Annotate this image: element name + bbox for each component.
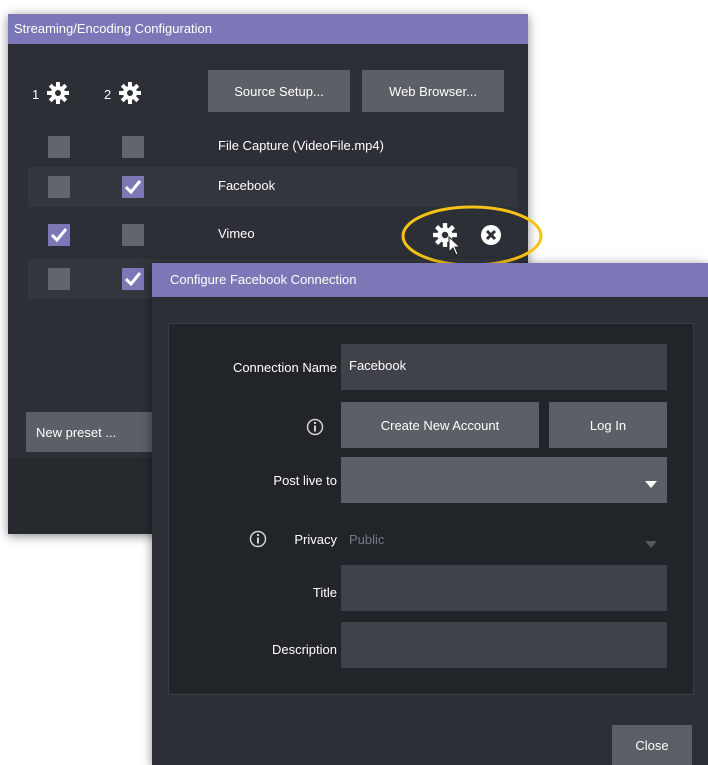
checkmark-icon: [50, 228, 68, 243]
web-browser-button[interactable]: Web Browser...: [362, 70, 504, 112]
streaming-config-title: Streaming/Encoding Configuration: [8, 14, 528, 44]
row-label: Facebook: [218, 178, 276, 193]
privacy-info-icon[interactable]: [249, 530, 267, 553]
title-field[interactable]: [341, 565, 667, 611]
list-item[interactable]: File Capture (VideoFile.mp4): [28, 127, 518, 167]
log-in-button[interactable]: Log In: [549, 402, 667, 448]
list-item[interactable]: Facebook: [28, 167, 518, 207]
info-icon[interactable]: [306, 418, 324, 441]
row2-output2-checkbox[interactable]: [122, 176, 144, 198]
title-label: Title: [312, 585, 337, 600]
checkmark-icon: [124, 180, 142, 195]
privacy-value[interactable]: Public: [349, 532, 384, 547]
row4-output2-checkbox[interactable]: [122, 268, 144, 290]
row4-output1-checkbox[interactable]: [48, 268, 70, 290]
row-label: File Capture (VideoFile.mp4): [218, 138, 384, 153]
output-1-gear-icon[interactable]: [46, 81, 70, 110]
post-live-to-label: Post live to: [273, 473, 337, 488]
row1-output2-checkbox[interactable]: [122, 136, 144, 158]
chevron-down-icon: [645, 476, 657, 494]
output-1-number: 1: [32, 87, 40, 102]
row-label: Vimeo: [218, 226, 255, 241]
source-setup-button[interactable]: Source Setup...: [208, 70, 350, 112]
settings-panel: Connection Name Facebook Create New Acco…: [168, 323, 694, 695]
output-2-gear-icon[interactable]: [118, 81, 142, 110]
row3-output1-checkbox[interactable]: [48, 224, 70, 246]
close-button[interactable]: Close: [612, 725, 692, 765]
description-label: Description: [271, 642, 337, 657]
description-field[interactable]: [341, 622, 667, 668]
facebook-connection-dialog: Configure Facebook Connection Connection…: [152, 263, 708, 765]
row3-output2-checkbox[interactable]: [122, 224, 144, 246]
post-live-to-dropdown[interactable]: [341, 457, 667, 503]
checkmark-icon: [124, 272, 142, 287]
row2-output1-checkbox[interactable]: [48, 176, 70, 198]
row1-output1-checkbox[interactable]: [48, 136, 70, 158]
create-new-account-button[interactable]: Create New Account: [341, 402, 539, 448]
facebook-dialog-title: Configure Facebook Connection: [152, 263, 708, 297]
connection-name-field[interactable]: Facebook: [341, 344, 667, 390]
output-2-number: 2: [104, 87, 112, 102]
privacy-chevron-down-icon: [645, 536, 657, 554]
connection-name-label: Connection Name: [232, 360, 337, 375]
privacy-label: Privacy: [294, 532, 337, 547]
new-preset-button[interactable]: New preset ...: [26, 412, 156, 452]
